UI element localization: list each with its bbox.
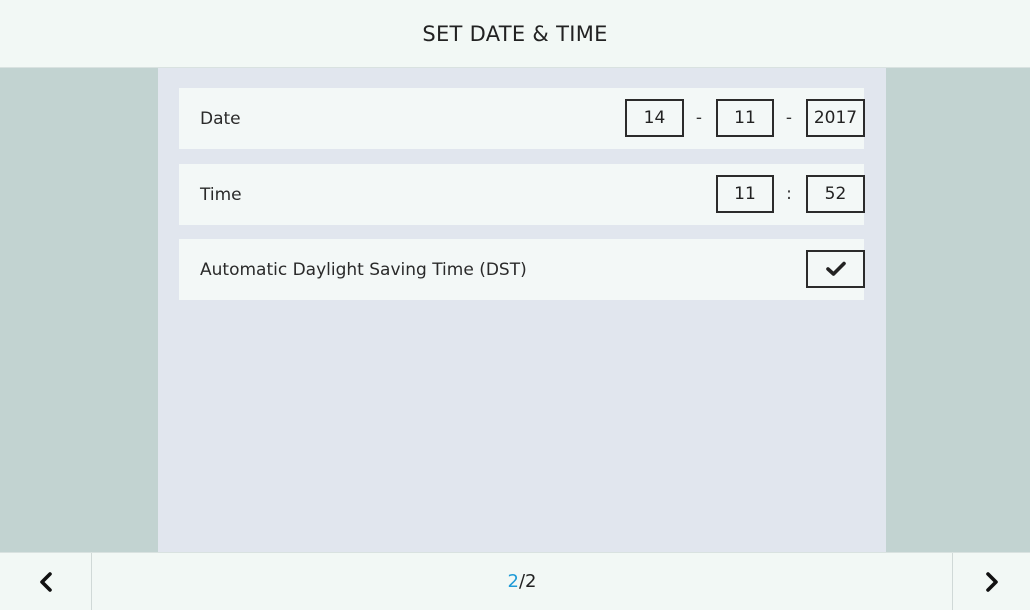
date-row: Date 14 - 11 - 2017 [179,88,865,149]
checkmark-icon [825,261,846,276]
time-label: Time [200,184,242,205]
next-page-button[interactable] [952,553,1030,610]
dst-row: Automatic Daylight Saving Time (DST) [179,239,865,300]
date-separator: - [695,108,703,128]
time-row: Time 11 : 52 [179,164,865,225]
date-separator: - [785,108,793,128]
date-label: Date [200,108,241,129]
chevron-left-icon [39,571,52,592]
page-title: SET DATE & TIME [422,21,608,46]
settings-panel: Date 14 - 11 - 2017 Time 11 : 52 Automat… [158,68,886,552]
header-bar: SET DATE & TIME [0,0,1030,68]
page-total: 2 [525,571,537,592]
day-field[interactable]: 14 [625,99,684,137]
page-current: 2 [507,571,519,592]
dst-checkbox[interactable] [806,250,865,288]
left-side-panel [0,68,158,552]
time-separator: : [786,184,792,204]
hour-field[interactable]: 11 [716,175,774,213]
month-field[interactable]: 11 [716,99,774,137]
right-side-panel [886,68,1030,552]
page-indicator: 2/2 [91,553,953,610]
minute-field[interactable]: 52 [806,175,865,213]
dst-label: Automatic Daylight Saving Time (DST) [200,259,527,280]
previous-page-button[interactable] [0,553,92,610]
chevron-right-icon [985,571,998,592]
footer-bar: 2/2 [0,552,1030,610]
year-field[interactable]: 2017 [806,99,865,137]
